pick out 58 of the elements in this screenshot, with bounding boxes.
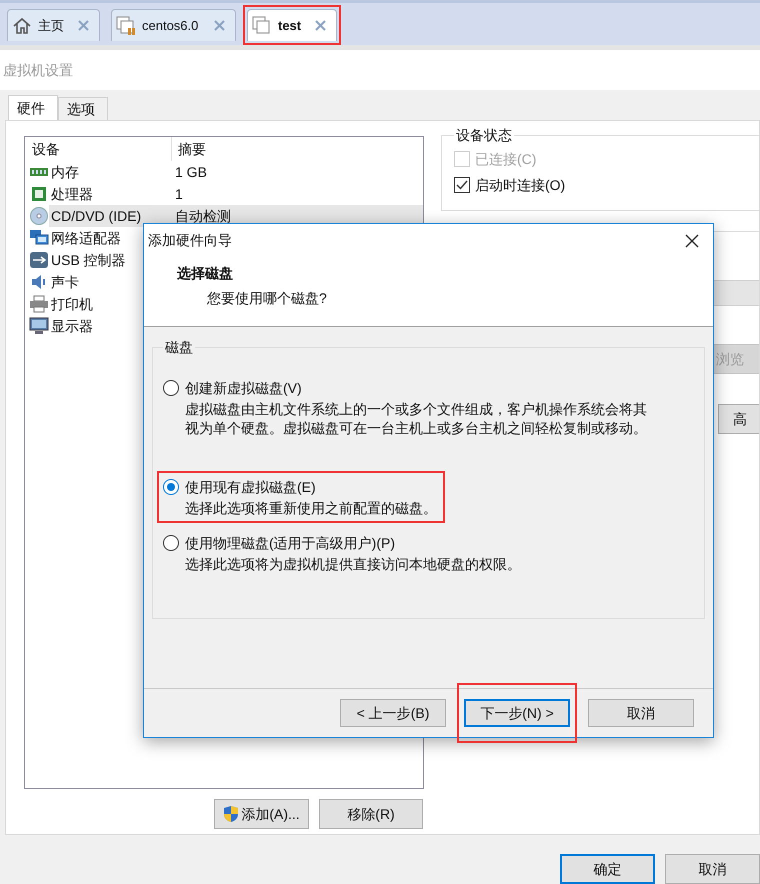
device-row[interactable]: 处理器 1 [49,183,423,205]
page-title: 虚拟机设置 [3,60,73,80]
check-icon [456,180,468,190]
cancel-button[interactable]: 取消 [665,854,760,884]
remove-button[interactable]: 移除(R) [319,799,423,829]
radio-button[interactable] [163,479,179,495]
radio-button[interactable] [163,535,179,551]
option-label: 创建新虚拟磁盘(V) [185,378,302,398]
device-name: CD/DVD (IDE) [51,208,142,224]
checkbox-label: 启动时连接(O) [475,176,566,195]
advanced-button[interactable]: 高 [718,404,759,434]
home-icon [12,16,32,34]
device-summary: 1 [175,184,183,204]
column-header: 摘要 [177,140,206,158]
checkbox-label: 已连接(C) [475,150,536,169]
usb-icon [29,251,49,269]
column-header: 设备 [25,137,172,161]
device-name: 内存 [51,164,79,180]
next-button[interactable]: 下一步(N) > [464,699,570,727]
tab-label: 主页 [38,16,65,35]
dialog-title: 添加硬件向导 [148,231,232,250]
group-title: 磁盘 [164,338,194,357]
device-name: 显示器 [51,318,93,334]
shield-icon [223,805,240,823]
monitor-icon [29,317,49,335]
running-machine-icon [116,16,136,36]
tab-label: test [278,16,302,35]
close-icon[interactable] [685,234,699,248]
group-title: 设备状态 [455,126,513,145]
option-description: 选择此选项将重新使用之前配置的磁盘。 [184,499,437,518]
cancel-button[interactable]: 取消 [588,699,694,727]
step-heading: 选择磁盘 [176,264,233,283]
radio-button[interactable] [163,380,179,396]
device-row[interactable]: 内存 1 GB [49,161,423,183]
back-button[interactable]: < 上一步(B) [340,699,446,727]
option-description: 选择此选项将为虚拟机提供直接访问本地硬盘的权限。 [184,555,521,574]
device-summary: 1 GB [175,162,207,182]
option-label: 使用物理磁盘(适用于高级用户)(P) [185,534,395,553]
device-name: 处理器 [51,186,93,202]
tab-label: centos6.0 [142,16,200,35]
option-label: 使用现有虚拟磁盘(E) [185,478,316,497]
ok-button[interactable]: 确定 [560,854,655,884]
virtual-machine-icon [252,16,272,36]
checkbox[interactable] [454,177,470,193]
tab[interactable]: 主页 [7,9,100,41]
add-button[interactable]: 添加(A)... [214,799,309,829]
printer-icon [29,295,49,313]
tab[interactable]: test [247,9,337,41]
disc-icon [29,207,49,225]
step-subheading: 您要使用哪个磁盘? [206,289,327,308]
device-name: USB 控制器 [51,252,126,268]
tab[interactable]: centos6.0 [111,9,236,41]
processor-icon [29,185,49,203]
tab[interactable]: 选项 [58,97,108,120]
tab[interactable]: 硬件 [8,95,58,120]
network-icon [29,229,49,247]
device-summary: 自动检测 [175,206,231,226]
option-description: 虚拟磁盘由主机文件系统上的一个或多个文件组成，客户机操作系统会将其视为单个硬盘。虚拟磁盘可在一台主机上或多台主机之间轻松复制或移动。 [184,400,648,438]
